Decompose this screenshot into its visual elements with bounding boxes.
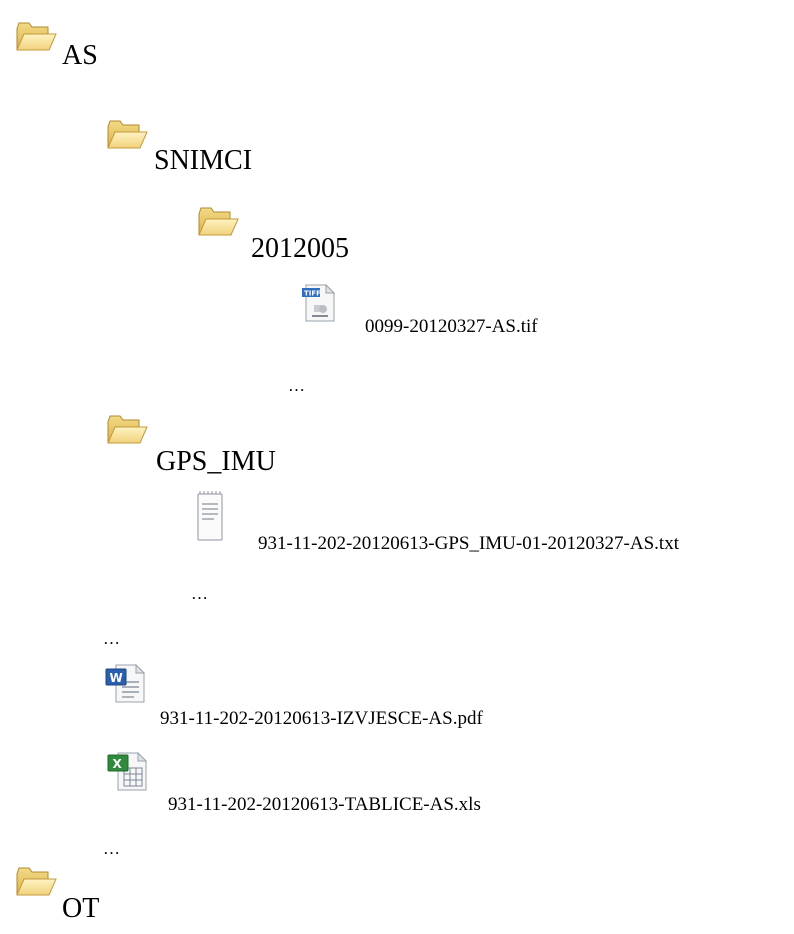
file-label: 0099-20120327-AS.tif: [365, 316, 538, 337]
more-items-ellipsis: …: [103, 839, 122, 858]
folder-label: OT: [62, 893, 100, 924]
excel-spreadsheet-icon: X: [107, 751, 148, 791]
svg-text:TIFF: TIFF: [304, 290, 321, 298]
file-label: 931-11-202-20120613-TABLICE-AS.xls: [168, 794, 481, 815]
svg-text:W: W: [110, 671, 123, 685]
folder-label: GPS_IMU: [156, 446, 276, 477]
folder-icon: [105, 413, 149, 447]
word-document-icon: W: [105, 663, 146, 703]
folder-label: 2012005: [251, 233, 349, 264]
tiff-file-icon: TIFF: [302, 283, 336, 322]
svg-text:X: X: [113, 757, 123, 771]
folder-label: SNIMCI: [154, 145, 253, 176]
text-file-icon: [197, 491, 223, 541]
more-items-ellipsis: …: [288, 376, 307, 395]
file-label: 931-11-202-20120613-IZVJESCE-AS.pdf: [160, 708, 483, 729]
file-label: 931-11-202-20120613-GPS_IMU-01-20120327-…: [258, 533, 679, 554]
folder-icon: [14, 865, 58, 899]
more-items-ellipsis: …: [191, 584, 210, 603]
more-items-ellipsis: …: [103, 629, 122, 648]
folder-label: AS: [62, 40, 98, 71]
folder-icon: [105, 118, 149, 152]
folder-icon: [196, 205, 240, 239]
folder-icon: [14, 20, 58, 54]
